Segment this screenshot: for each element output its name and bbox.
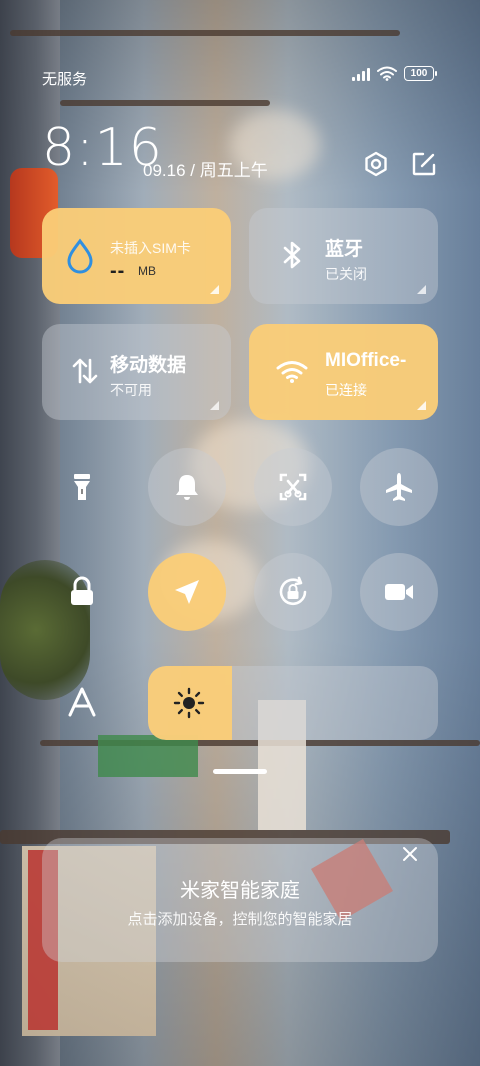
rotation-lock-toggle[interactable] [254, 553, 332, 631]
close-icon[interactable] [400, 844, 420, 864]
wifi-icon [276, 361, 308, 383]
expand-corner-icon [210, 285, 219, 294]
bell-icon [176, 475, 198, 500]
wallpaper-pole [10, 30, 400, 36]
mobile-data-tile[interactable]: 移动数据 不可用 [42, 324, 231, 420]
status-bar: 无服务 100 [0, 60, 480, 92]
bluetooth-status: 已关闭 [325, 266, 367, 282]
ring-toggle[interactable] [148, 448, 226, 526]
screenshot-toggle[interactable] [254, 448, 332, 526]
location-arrow-icon [175, 580, 199, 604]
sim-title: 未插入SIM卡 [110, 240, 191, 256]
airplane-icon [386, 473, 412, 501]
airplane-toggle[interactable] [360, 448, 438, 526]
drag-handle[interactable] [213, 769, 267, 774]
bluetooth-icon [283, 241, 301, 269]
smart-home-card[interactable]: 米家智能家庭 点击添加设备，控制您的智能家居 [42, 838, 438, 962]
rotation-lock-icon [279, 576, 307, 606]
wifi-tile[interactable]: MIOffice- 已连接 [249, 324, 438, 420]
signal-icon [352, 67, 370, 81]
expand-corner-icon [417, 285, 426, 294]
wifi-status: 已连接 [325, 382, 367, 398]
mobile-data-title: 移动数据 [110, 355, 187, 376]
font-icon[interactable] [64, 684, 100, 720]
edit-icon[interactable] [410, 150, 438, 178]
settings-icon[interactable] [362, 150, 390, 178]
sun-icon [173, 687, 205, 719]
bluetooth-title: 蓝牙 [325, 239, 364, 260]
flashlight-icon[interactable] [64, 469, 100, 505]
water-drop-icon [67, 238, 93, 274]
screenshot-icon [279, 473, 307, 501]
smart-home-subtitle: 点击添加设备，控制您的智能家居 [127, 911, 353, 928]
data-usage-tile[interactable]: 未插入SIM卡 -- MB [42, 208, 231, 304]
battery-icon: 100 [404, 66, 437, 81]
wallpaper-pole [60, 100, 270, 106]
status-icons: 100 [352, 66, 437, 81]
bluetooth-tile[interactable]: 蓝牙 已关闭 [249, 208, 438, 304]
carrier-label: 无服务 [42, 71, 88, 88]
data-usage-value: -- [110, 260, 126, 282]
wifi-title: MIOffice- [325, 350, 407, 371]
lock-icon[interactable] [64, 574, 100, 610]
data-arrows-icon [72, 358, 98, 384]
video-camera-icon [385, 584, 413, 600]
expand-corner-icon [210, 401, 219, 410]
brightness-slider[interactable] [148, 666, 438, 740]
smart-home-title: 米家智能家庭 [180, 880, 300, 902]
expand-corner-icon [417, 401, 426, 410]
screen-record-toggle[interactable] [360, 553, 438, 631]
clock-date: 09.16 / 周五上午 [143, 161, 268, 180]
data-usage-unit: MB [138, 264, 156, 278]
wallpaper-sign [98, 735, 198, 777]
wifi-icon [377, 66, 397, 81]
mobile-data-status: 不可用 [110, 382, 152, 398]
location-toggle[interactable] [148, 553, 226, 631]
